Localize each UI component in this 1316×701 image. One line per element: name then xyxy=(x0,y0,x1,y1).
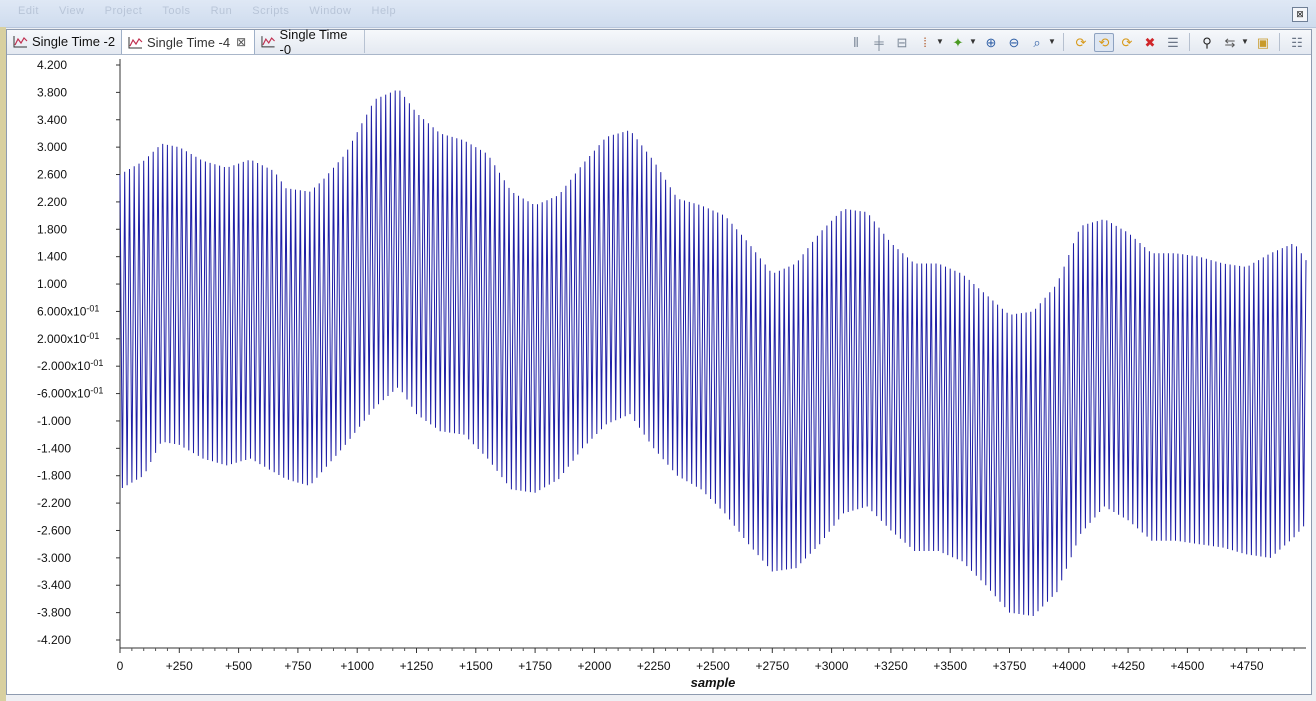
y-tick-label: 1.400 xyxy=(37,250,67,264)
x-tick-label: +4000 xyxy=(1052,659,1086,673)
x-tick-label: +3000 xyxy=(815,659,849,673)
tab-single-time-0[interactable]: Single Time -0 xyxy=(255,27,365,57)
tab-bar: Single Time -2 Single Time -4 ⊠ Single T… xyxy=(7,27,1311,57)
y-tick-label: -4.200 xyxy=(37,633,71,647)
chart: 4.200 3.800 3.400 3.000 2.600 2.200 1.800 1.400… xyxy=(37,58,1307,690)
graph-view: Single Time -2 Single Time -4 ⊠ Single T… xyxy=(6,27,1312,695)
tab-single-time-4[interactable]: Single Time -4 ⊠ xyxy=(121,30,255,54)
menu-item[interactable]: Run xyxy=(211,5,233,17)
chevron-down-icon[interactable]: ▼ xyxy=(1047,33,1057,52)
y-tick-label: 6.000x10-01 xyxy=(37,303,99,318)
y-tick-label: 4.200 xyxy=(37,58,67,72)
menu-item[interactable]: Tools xyxy=(162,5,190,17)
x-axis: 0 +250 +500 +750 +1000 +1250 +1500 +1750 +2000 +2… xyxy=(117,647,1306,673)
measure-icon[interactable]: ╪ xyxy=(869,33,889,52)
y-axis: 4.200 3.800 3.400 3.000 2.600 2.200 1.800 1.400… xyxy=(37,58,121,648)
x-tick-label: +3250 xyxy=(874,659,908,673)
tab-label: Single Time -4 xyxy=(147,34,231,50)
toolbar-separator xyxy=(1063,33,1064,51)
refresh-icon[interactable]: ⟳ xyxy=(1071,33,1091,52)
x-tick-label: 0 xyxy=(117,659,124,673)
menu-item[interactable]: Scripts xyxy=(252,5,289,17)
x-tick-label: +1000 xyxy=(340,659,374,673)
y-tick-label: 2.000x10-01 xyxy=(37,331,99,346)
toolbar-separator xyxy=(1279,33,1280,51)
find-icon[interactable]: ⚲ xyxy=(1197,33,1217,52)
x-tick-label: +1750 xyxy=(518,659,552,673)
y-tick-label: -3.800 xyxy=(37,606,71,620)
x-tick-label: +3750 xyxy=(993,659,1027,673)
graph-icon xyxy=(261,36,275,48)
y-tick-label: -1.400 xyxy=(37,441,71,455)
menu-item[interactable]: Edit xyxy=(18,5,39,17)
y-tick-label: 3.000 xyxy=(37,140,67,154)
auto-refresh-icon[interactable]: ⟳ xyxy=(1117,33,1137,52)
x-tick-label: +1500 xyxy=(459,659,493,673)
x-tick-label: +2500 xyxy=(696,659,730,673)
y-tick-label: 1.000 xyxy=(37,277,67,291)
y-tick-label: 3.400 xyxy=(37,113,67,127)
x-axis-label: sample xyxy=(691,675,736,690)
x-tick-label: +750 xyxy=(284,659,311,673)
y-tick-label: 2.600 xyxy=(37,168,67,182)
delete-icon[interactable]: ✖ xyxy=(1140,33,1160,52)
menu-item[interactable]: View xyxy=(59,5,85,17)
marker-icon[interactable]: ⁞ xyxy=(915,33,935,52)
zoom-out-icon[interactable]: ⊖ xyxy=(1004,33,1024,52)
close-view-icon[interactable]: ⊠ xyxy=(1292,7,1308,22)
zoom-fit-icon[interactable]: ⌕ xyxy=(1027,33,1047,52)
series-line-group xyxy=(119,90,1307,617)
graph-icon xyxy=(128,36,143,48)
chevron-down-icon[interactable]: ▼ xyxy=(968,33,978,52)
continuous-refresh-icon[interactable]: ⟲ xyxy=(1094,32,1114,52)
x-tick-label: +2750 xyxy=(755,659,789,673)
x-tick-label: +4250 xyxy=(1111,659,1145,673)
properties-icon[interactable]: ☰ xyxy=(1163,33,1183,52)
y-tick-label: -6.000x10-01 xyxy=(37,386,103,401)
y-tick-label: -3.400 xyxy=(37,578,71,592)
chevron-down-icon[interactable]: ▼ xyxy=(1240,33,1250,52)
tab-single-time-2[interactable]: Single Time -2 xyxy=(7,30,122,53)
y-tick-label: -3.000 xyxy=(37,551,71,565)
menu-items: Edit View Project Tools Run Scripts Window Help xyxy=(18,5,416,17)
menu-icon[interactable]: ☷ xyxy=(1287,33,1307,52)
x-tick-label: +2250 xyxy=(637,659,671,673)
menu-bar: Edit View Project Tools Run Scripts Window Help… xyxy=(0,0,1316,28)
menu-item[interactable]: Window xyxy=(309,5,351,17)
y-tick-label: -2.200 xyxy=(37,496,71,510)
y-tick-label: -2.000x10-01 xyxy=(37,358,103,373)
add-graph-icon[interactable]: ✦ xyxy=(948,33,968,52)
x-tick-label: +500 xyxy=(225,659,252,673)
x-tick-label: +250 xyxy=(166,659,193,673)
chevron-down-icon[interactable]: ▼ xyxy=(935,33,945,52)
x-tick-label: +4750 xyxy=(1230,659,1264,673)
x-tick-label: +1250 xyxy=(400,659,434,673)
x-tick-label: +4500 xyxy=(1171,659,1205,673)
x-tick-label: +2000 xyxy=(578,659,612,673)
y-tick-label: -1.800 xyxy=(37,469,71,483)
graph-toolbar: ⫴ ╪ ⊟ ⁞ ▼ ✦ ▼ ⊕ ⊖ ⌕ ▼ ⟳ ⟲ ⟳ ✖ ☰ ⚲ ⇆ ▼ ▣ ☷ xyxy=(843,32,1307,52)
graph-icon xyxy=(13,36,28,48)
x-tick-label: +3500 xyxy=(933,659,967,673)
align-left-icon[interactable]: ⫴ xyxy=(846,33,866,52)
series-line xyxy=(119,90,1307,617)
menu-item[interactable]: Project xyxy=(105,5,143,17)
tab-label: Single Time -0 xyxy=(279,26,348,57)
tab-label: Single Time -2 xyxy=(32,34,116,49)
split-icon[interactable]: ⊟ xyxy=(892,33,912,52)
y-tick-label: -1.000 xyxy=(37,414,71,428)
zoom-in-icon[interactable]: ⊕ xyxy=(981,33,1001,52)
menu-item[interactable]: Help xyxy=(372,5,397,17)
import-export-icon[interactable]: ⇆ xyxy=(1220,33,1240,52)
save-icon[interactable]: ▣ xyxy=(1253,33,1273,52)
y-tick-label: 3.800 xyxy=(37,85,67,99)
y-tick-label: 1.800 xyxy=(37,222,67,236)
y-tick-label: -2.600 xyxy=(37,523,71,537)
close-tab-icon[interactable]: ⊠ xyxy=(236,35,246,49)
y-tick-label: 2.200 xyxy=(37,195,67,209)
toolbar-separator xyxy=(1189,33,1190,51)
